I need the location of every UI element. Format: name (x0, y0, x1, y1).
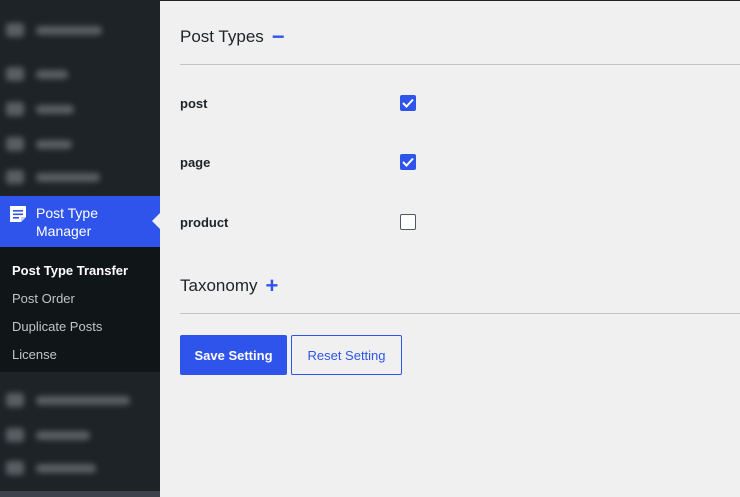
sidebar-item-label (36, 172, 100, 182)
sidebar-item-post-type-manager[interactable]: Post Type Manager (0, 196, 160, 247)
dashboard-icon (6, 23, 24, 37)
post-type-label: product (180, 214, 229, 230)
woocommerce-icon (6, 393, 24, 407)
sidebar-item-pages[interactable] (6, 136, 72, 152)
sidebar-item-comments[interactable] (6, 169, 100, 185)
settings-panel: Post Types − post page product Taxonomy … (160, 0, 740, 497)
sidebar-item-label (36, 104, 74, 114)
post-type-label: post (180, 95, 208, 111)
sidebar-bottom-edge (0, 491, 160, 497)
submenu-post-type-transfer[interactable]: Post Type Transfer (0, 257, 160, 285)
sidebar-item-label (36, 139, 72, 149)
check-icon (402, 98, 414, 108)
divider (180, 313, 740, 314)
sidebar-item-woocommerce[interactable] (6, 392, 130, 408)
post-type-label: page (180, 154, 211, 170)
post-types-title: Post Types (180, 27, 264, 46)
taxonomy-header: Taxonomy + (180, 275, 278, 297)
sidebar-item-label: Post Type Manager (36, 205, 99, 239)
comment-icon (6, 170, 24, 184)
sidebar-item-media[interactable] (6, 101, 74, 117)
sidebar-item-products[interactable] (6, 427, 90, 443)
submenu-license[interactable]: License (0, 341, 160, 369)
save-setting-button[interactable]: Save Setting (180, 335, 287, 375)
sidebar-item-label (36, 25, 102, 35)
divider (180, 64, 740, 65)
submenu-post-order[interactable]: Post Order (0, 285, 160, 313)
post-type-row-page: page (180, 152, 420, 172)
sidebar-item-payments[interactable] (6, 460, 96, 476)
post-type-checkbox-post[interactable] (400, 95, 416, 111)
sidebar-item-label (36, 430, 90, 440)
reset-setting-button[interactable]: Reset Setting (291, 335, 402, 375)
taxonomy-title: Taxonomy (180, 276, 258, 295)
sidebar-item-label (36, 69, 68, 79)
post-type-row-product: product (180, 212, 420, 232)
post-type-checkbox-page[interactable] (400, 154, 416, 170)
document-list-icon (10, 206, 26, 222)
pin-icon (6, 67, 24, 81)
post-types-header: Post Types − (180, 26, 285, 48)
sidebar-item-posts[interactable] (6, 66, 68, 82)
post-type-manager-submenu: Post Type Transfer Post Order Duplicate … (0, 247, 160, 372)
check-icon (402, 157, 414, 167)
submenu-duplicate-posts[interactable]: Duplicate Posts (0, 313, 160, 341)
media-icon (6, 102, 24, 116)
post-type-checkbox-product[interactable] (400, 214, 416, 230)
post-type-row-post: post (180, 93, 420, 113)
payments-icon (6, 461, 24, 475)
sidebar-item-label (36, 463, 96, 473)
admin-sidebar: Post Type Manager Post Type Transfer Pos… (0, 0, 160, 497)
sidebar-item-dashboard[interactable] (6, 22, 102, 38)
page-icon (6, 137, 24, 151)
sidebar-item-label (36, 395, 130, 405)
expand-icon[interactable]: + (265, 275, 278, 297)
archive-icon (6, 428, 24, 442)
collapse-icon[interactable]: − (272, 26, 285, 48)
